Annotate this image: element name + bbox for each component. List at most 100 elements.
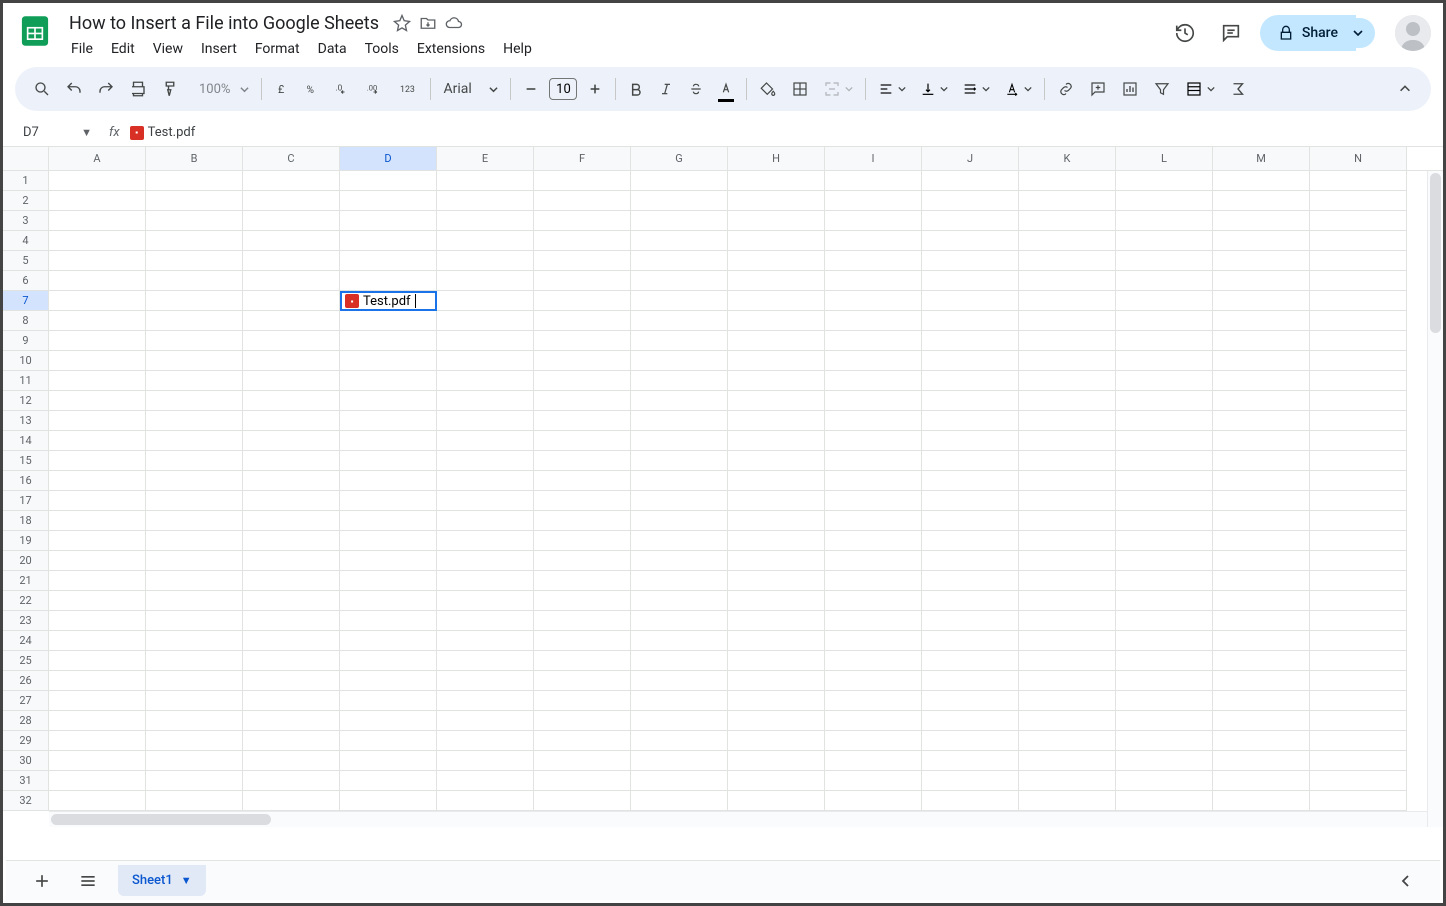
cell[interactable] bbox=[1019, 511, 1116, 531]
cell[interactable] bbox=[340, 271, 437, 291]
cell[interactable] bbox=[243, 251, 340, 271]
col-header-B[interactable]: B bbox=[146, 147, 243, 170]
insert-link-icon[interactable] bbox=[1051, 74, 1081, 104]
cell[interactable] bbox=[1019, 271, 1116, 291]
col-header-K[interactable]: K bbox=[1019, 147, 1116, 170]
cell[interactable] bbox=[146, 531, 243, 551]
cell[interactable] bbox=[146, 451, 243, 471]
cell[interactable] bbox=[1213, 271, 1310, 291]
cell[interactable] bbox=[534, 351, 631, 371]
cell[interactable] bbox=[728, 771, 825, 791]
cell[interactable] bbox=[631, 411, 728, 431]
cell[interactable] bbox=[534, 751, 631, 771]
cell[interactable] bbox=[728, 371, 825, 391]
cell[interactable] bbox=[49, 411, 146, 431]
cell[interactable] bbox=[49, 271, 146, 291]
cell[interactable] bbox=[922, 451, 1019, 471]
active-cell[interactable]: ▪ Test.pdf bbox=[340, 291, 437, 311]
cell[interactable] bbox=[1213, 251, 1310, 271]
cell[interactable] bbox=[534, 291, 631, 311]
cell[interactable] bbox=[728, 551, 825, 571]
cell[interactable] bbox=[1213, 171, 1310, 191]
cells-area[interactable]: ▪ Test.pdf bbox=[49, 171, 1443, 827]
cell[interactable] bbox=[1019, 691, 1116, 711]
cell[interactable] bbox=[825, 511, 922, 531]
cell[interactable] bbox=[534, 391, 631, 411]
row-header-17[interactable]: 17 bbox=[3, 491, 49, 511]
cell[interactable] bbox=[922, 351, 1019, 371]
cell[interactable] bbox=[922, 191, 1019, 211]
cell[interactable] bbox=[1116, 311, 1213, 331]
cell[interactable] bbox=[534, 431, 631, 451]
cell[interactable] bbox=[437, 551, 534, 571]
cell[interactable] bbox=[922, 331, 1019, 351]
text-color-icon[interactable] bbox=[712, 74, 740, 104]
cell[interactable] bbox=[1116, 211, 1213, 231]
cell[interactable] bbox=[922, 251, 1019, 271]
cell[interactable] bbox=[146, 171, 243, 191]
share-button[interactable]: Share bbox=[1260, 15, 1356, 51]
cell[interactable] bbox=[922, 311, 1019, 331]
collapse-toolbar-icon[interactable] bbox=[1391, 74, 1419, 104]
cell[interactable] bbox=[922, 651, 1019, 671]
cell[interactable] bbox=[437, 731, 534, 751]
cell[interactable] bbox=[146, 711, 243, 731]
cell[interactable] bbox=[1019, 491, 1116, 511]
cell[interactable] bbox=[825, 691, 922, 711]
cell[interactable] bbox=[534, 231, 631, 251]
row-header-20[interactable]: 20 bbox=[3, 551, 49, 571]
cell[interactable] bbox=[1019, 391, 1116, 411]
cell[interactable] bbox=[1116, 231, 1213, 251]
cell[interactable] bbox=[1310, 771, 1407, 791]
cell[interactable] bbox=[243, 571, 340, 591]
cell[interactable] bbox=[534, 471, 631, 491]
cell[interactable] bbox=[728, 231, 825, 251]
cell[interactable] bbox=[728, 391, 825, 411]
cell[interactable] bbox=[631, 791, 728, 811]
cell[interactable] bbox=[922, 671, 1019, 691]
cell[interactable] bbox=[437, 571, 534, 591]
cell[interactable] bbox=[631, 431, 728, 451]
cell[interactable] bbox=[437, 331, 534, 351]
cell[interactable] bbox=[146, 551, 243, 571]
cell[interactable] bbox=[437, 451, 534, 471]
cell[interactable] bbox=[1116, 551, 1213, 571]
row-header-31[interactable]: 31 bbox=[3, 771, 49, 791]
cell[interactable] bbox=[340, 191, 437, 211]
cell[interactable] bbox=[1116, 531, 1213, 551]
cell[interactable] bbox=[631, 231, 728, 251]
cell[interactable] bbox=[825, 371, 922, 391]
cell[interactable] bbox=[534, 331, 631, 351]
cell[interactable] bbox=[1310, 331, 1407, 351]
cell[interactable] bbox=[340, 571, 437, 591]
cell[interactable] bbox=[340, 771, 437, 791]
col-header-G[interactable]: G bbox=[631, 147, 728, 170]
cell[interactable] bbox=[437, 611, 534, 631]
cell[interactable] bbox=[728, 711, 825, 731]
cell[interactable] bbox=[534, 411, 631, 431]
cell[interactable] bbox=[437, 191, 534, 211]
cell[interactable] bbox=[631, 491, 728, 511]
cell[interactable] bbox=[1310, 791, 1407, 811]
cell[interactable] bbox=[534, 191, 631, 211]
cell[interactable] bbox=[1019, 331, 1116, 351]
cell[interactable] bbox=[1310, 311, 1407, 331]
percent-icon[interactable]: % bbox=[298, 74, 326, 104]
cell[interactable] bbox=[340, 391, 437, 411]
cell[interactable] bbox=[922, 291, 1019, 311]
cell[interactable] bbox=[1213, 331, 1310, 351]
cell[interactable] bbox=[922, 611, 1019, 631]
cell[interactable] bbox=[49, 431, 146, 451]
cell[interactable] bbox=[1019, 251, 1116, 271]
cell[interactable] bbox=[534, 511, 631, 531]
zoom-dropdown[interactable]: 100% bbox=[187, 78, 255, 101]
cell[interactable] bbox=[243, 311, 340, 331]
cell[interactable] bbox=[825, 231, 922, 251]
cell[interactable] bbox=[340, 531, 437, 551]
cell[interactable] bbox=[1019, 411, 1116, 431]
cell[interactable] bbox=[49, 791, 146, 811]
cell[interactable] bbox=[146, 651, 243, 671]
cell[interactable] bbox=[1213, 411, 1310, 431]
increase-decimal-icon[interactable]: .00 bbox=[360, 74, 390, 104]
cell[interactable] bbox=[922, 551, 1019, 571]
